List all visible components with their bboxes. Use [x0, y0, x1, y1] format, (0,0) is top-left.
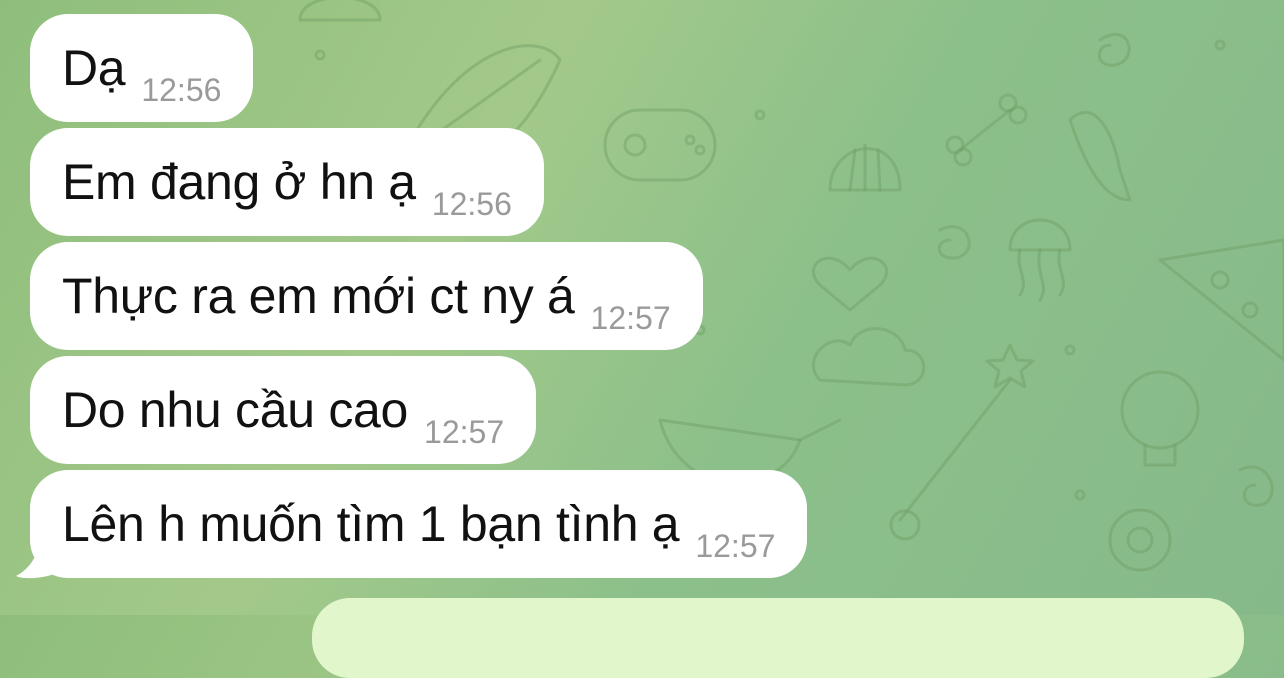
- message-bubble[interactable]: Do nhu cầu cao 12:57: [30, 356, 537, 464]
- outgoing-message-bubble[interactable]: [312, 598, 1244, 678]
- message-timestamp: 12:56: [431, 185, 512, 222]
- message-bubble[interactable]: Dạ 12:56: [30, 14, 254, 122]
- message-timestamp: 12:57: [424, 413, 505, 450]
- message-text: Lên h muốn tìm 1 bạn tình ạ: [62, 496, 680, 552]
- message-timestamp: 12:57: [590, 299, 671, 336]
- message-text: Thực ra em mới ct ny á: [62, 268, 575, 324]
- message-text: Do nhu cầu cao: [62, 382, 409, 438]
- message-timestamp: 12:57: [695, 527, 776, 564]
- message-timestamp: 12:56: [141, 71, 222, 108]
- message-text: Em đang ở hn ạ: [62, 154, 416, 210]
- message-list[interactable]: Dạ 12:56 Em đang ở hn ạ 12:56 Thực ra em…: [0, 0, 1284, 678]
- message-bubble[interactable]: Em đang ở hn ạ 12:56: [30, 128, 544, 236]
- message-bubble[interactable]: Thực ra em mới ct ny á 12:57: [30, 242, 703, 350]
- message-text: Dạ: [62, 40, 126, 96]
- message-bubble[interactable]: Lên h muốn tìm 1 bạn tình ạ 12:57: [30, 470, 808, 578]
